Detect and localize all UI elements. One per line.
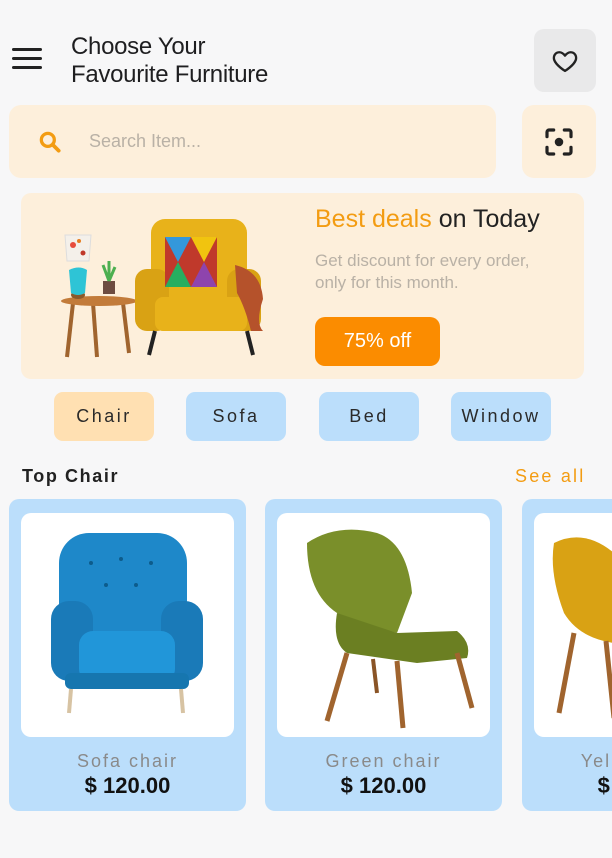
product-image — [277, 513, 490, 737]
category-tabs: Chair Sofa Bed Window — [0, 392, 612, 441]
product-image — [534, 513, 612, 737]
discount-button[interactable]: 75% off — [315, 317, 440, 366]
product-price: $ 120.00 — [340, 773, 427, 798]
category-bed[interactable]: Bed — [319, 392, 419, 441]
armchair-illustration — [61, 219, 263, 358]
product-list: Sofa chair $ 120.00 Green chair $ 120.00… — [0, 499, 612, 811]
section-title: Top Chair — [22, 466, 120, 486]
scan-icon — [545, 127, 573, 156]
product-image — [21, 513, 234, 737]
category-window[interactable]: Window — [451, 392, 551, 441]
deals-banner: Best deals on Today Get discount for eve… — [21, 193, 584, 379]
product-card[interactable]: Yellow chair $ 120.00 — [522, 499, 612, 811]
heart-icon — [552, 50, 578, 72]
product-price: $ 120.00 — [597, 773, 612, 798]
category-sofa[interactable]: Sofa — [186, 392, 286, 441]
see-all-link[interactable]: See all — [515, 466, 585, 487]
product-name: Green chair — [325, 751, 442, 771]
category-chair[interactable]: Chair — [54, 392, 154, 441]
scan-button[interactable] — [522, 105, 596, 178]
menu-icon — [12, 48, 42, 51]
banner-title: Best deals on Today — [315, 205, 540, 233]
product-card[interactable]: Green chair $ 120.00 — [265, 499, 502, 811]
banner-subtitle: Get discount for every order, only for t… — [315, 251, 530, 292]
search-input[interactable] — [89, 131, 459, 152]
page-title: Choose Your Favourite Furniture — [71, 33, 269, 88]
menu-button[interactable] — [12, 48, 44, 74]
product-price: $ 120.00 — [84, 773, 171, 798]
product-card[interactable]: Sofa chair $ 120.00 — [9, 499, 246, 811]
favourites-button[interactable] — [534, 29, 596, 92]
product-name: Sofa chair — [76, 751, 179, 771]
search-icon — [39, 131, 61, 153]
search-bar[interactable] — [9, 105, 496, 178]
product-name: Yellow chair — [580, 751, 612, 771]
